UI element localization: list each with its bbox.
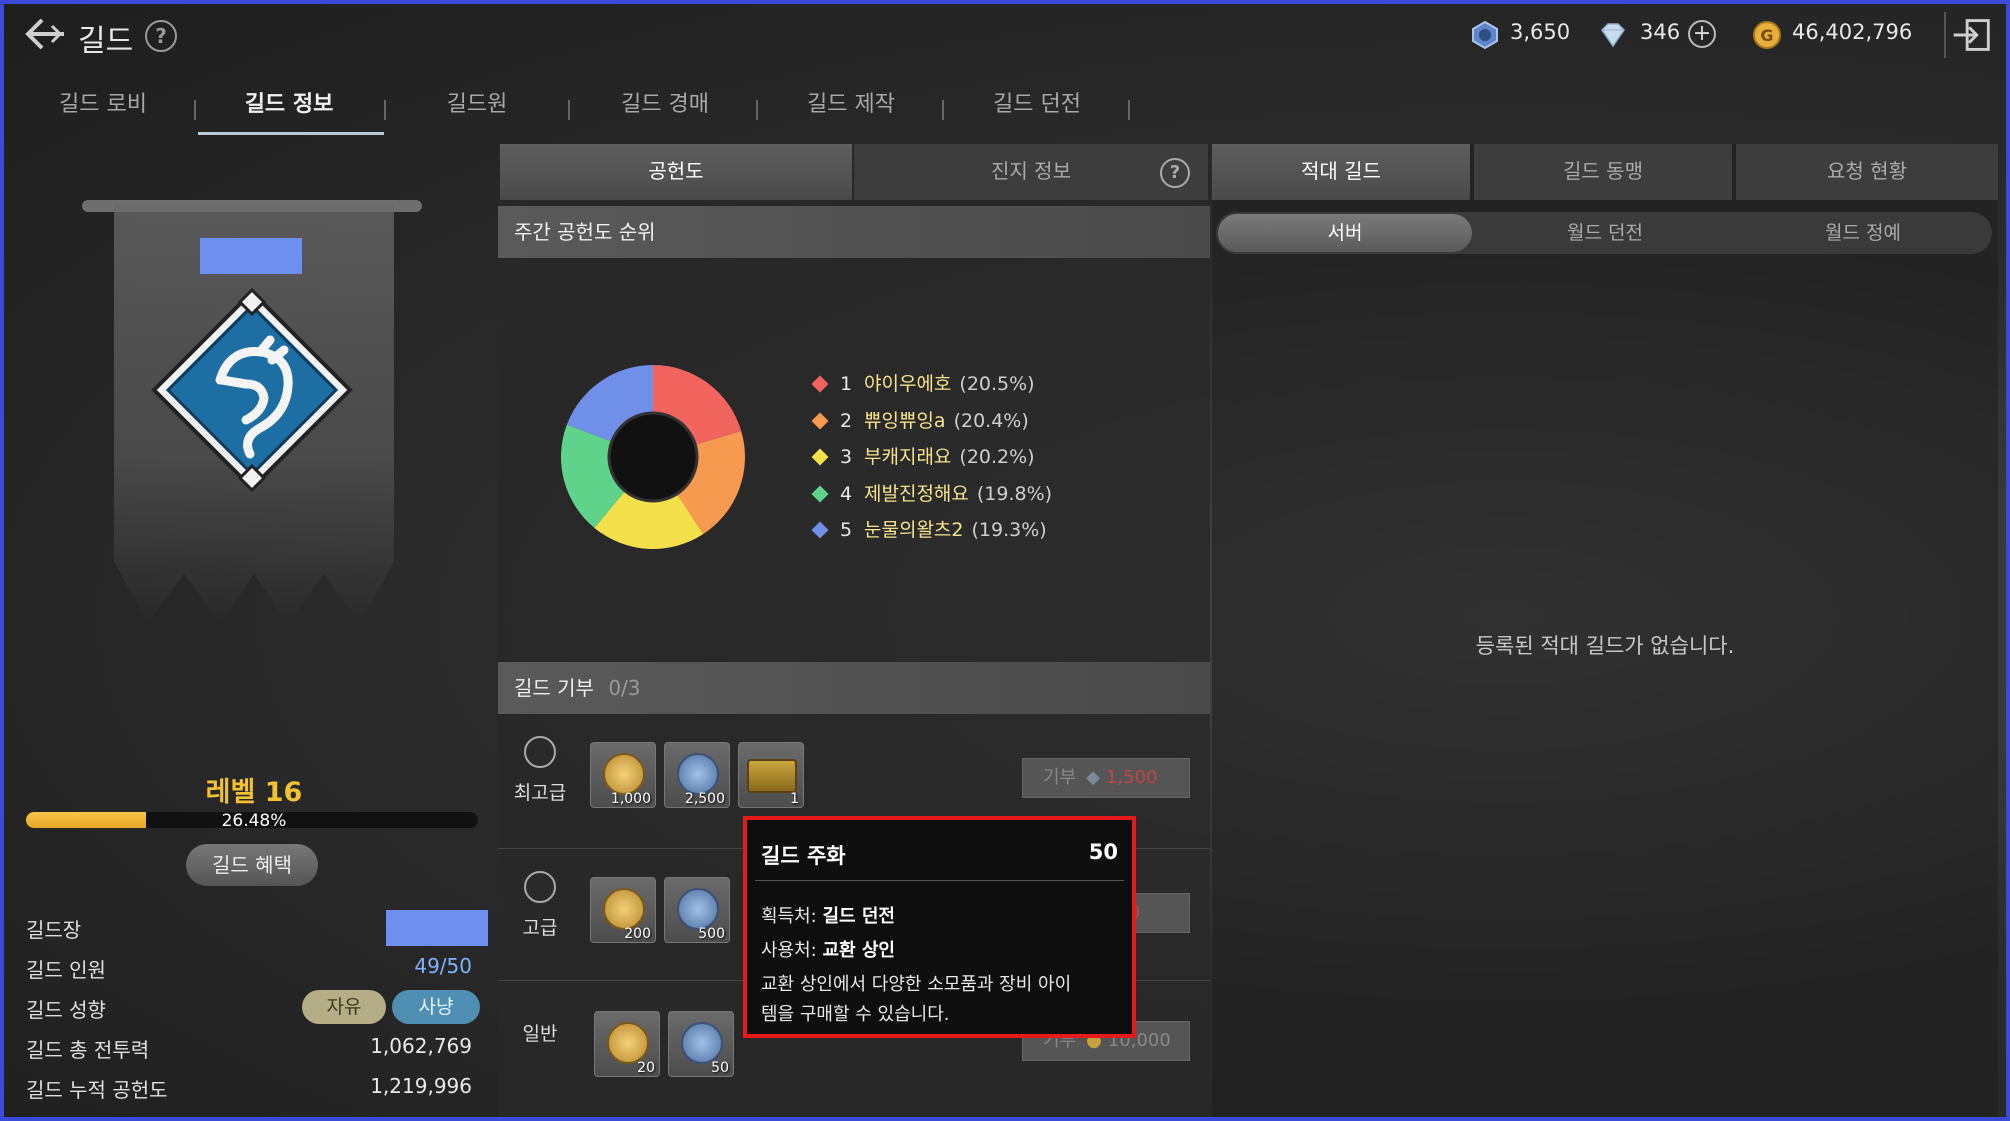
tooltip-title: 길드 주화 xyxy=(761,844,846,868)
guild-benefit-button[interactable]: 길드 혜택 xyxy=(186,844,318,886)
members-value: 49/50 xyxy=(414,954,472,978)
tier-label: 고급 xyxy=(522,917,558,939)
help-icon[interactable]: ? xyxy=(145,20,177,52)
member-name: 제발진정해요 xyxy=(864,483,969,505)
lock-icon xyxy=(524,871,556,903)
tab-guild-members[interactable]: 길드원 xyxy=(382,86,572,136)
lock-icon xyxy=(524,736,556,768)
guild-window: 길드 ? 3,650 346 + G 46,402,796 길드 로비 길드 정… xyxy=(4,4,2006,1117)
legend-marker xyxy=(811,375,829,393)
member-percent: (20.2%) xyxy=(959,446,1035,468)
xp-percent: 26.48% xyxy=(221,811,287,831)
tab-request-status[interactable]: 요청 현황 xyxy=(1736,144,1998,200)
member-name: 눈물의왈츠2 xyxy=(864,519,964,541)
tab-guild-info[interactable]: 길드 정보 xyxy=(194,86,384,136)
contribution-value: 1,219,996 xyxy=(370,1074,472,1098)
weekly-ranking-header: 주간 공헌도 순위 xyxy=(498,206,1210,258)
tab-guild-dungeon[interactable]: 길드 던전 xyxy=(942,86,1132,136)
donut-center xyxy=(607,411,699,503)
member-name: 야이우에호 xyxy=(864,373,952,395)
segment-world-elite[interactable]: 월드 정예 xyxy=(1736,214,1990,252)
blue-gem-amount: 3,650 xyxy=(1510,20,1571,44)
page-title: 길드 xyxy=(78,24,134,59)
segment-world-dungeon[interactable]: 월드 던전 xyxy=(1478,214,1732,252)
add-diamond-button[interactable]: + xyxy=(1688,20,1716,48)
power-label: 길드 총 전투력 xyxy=(26,1038,150,1062)
tab-camp-info[interactable]: 진지 정보 xyxy=(854,144,1208,200)
member-percent: (20.4%) xyxy=(953,410,1029,432)
member-percent: (19.3%) xyxy=(971,519,1047,541)
trait-badge-hunt: 사냥 xyxy=(392,990,480,1024)
empty-state-message: 등록된 적대 길드가 없습니다. xyxy=(1475,634,1735,658)
legend-marker xyxy=(811,448,829,466)
camp-info-help-icon[interactable]: ? xyxy=(1160,158,1190,188)
tab-guild-lobby[interactable]: 길드 로비 xyxy=(8,86,198,136)
contribution-label: 길드 누적 공헌도 xyxy=(26,1078,168,1102)
tab-hostile-guild[interactable]: 적대 길드 xyxy=(1212,144,1470,200)
legend-marker xyxy=(811,485,829,503)
trait-badge-free: 자유 xyxy=(302,990,386,1024)
segment-server[interactable]: 서버 xyxy=(1218,214,1472,252)
blue-gem-icon xyxy=(1472,20,1498,50)
member-name: 부캐지래요 xyxy=(864,446,952,468)
tooltip-description: 교환 상인에서 다양한 소모품과 장비 아이 xyxy=(761,974,1072,995)
crystal-item[interactable]: 500 xyxy=(664,877,730,943)
donation-count: 0/3 xyxy=(608,676,641,700)
ranking-row: 3 부캐지래요 (20.2%) xyxy=(811,443,1035,471)
tooltip-use: 사용처: 교환 상인 xyxy=(761,940,895,961)
tab-guild-alliance[interactable]: 길드 동맹 xyxy=(1474,144,1732,200)
ranking-row: 5 눈물의왈츠2 (19.3%) xyxy=(811,516,1047,544)
power-value: 1,062,769 xyxy=(370,1034,472,1058)
tooltip-count: 50 xyxy=(1088,840,1118,864)
tier-label: 최고급 xyxy=(513,782,567,804)
hostile-guild-panel: 적대 길드 길드 동맹 요청 현황 서버 월드 던전 월드 정예 등록된 적대 … xyxy=(1212,144,1998,1117)
donate-button-premium[interactable]: 기부 ◆ 1,500 xyxy=(1022,758,1190,798)
treasure-chest-item[interactable]: 1 xyxy=(738,742,804,808)
ranking-row: 4 제발진정해요 (19.8%) xyxy=(811,480,1053,508)
guild-coin-item[interactable]: 1,000 xyxy=(590,742,656,808)
guild-level: 레벨 16 xyxy=(205,777,303,808)
member-name: 쀼잉쀼잉a xyxy=(864,410,946,432)
members-label: 길드 인원 xyxy=(26,958,106,982)
tab-guild-craft[interactable]: 길드 제작 xyxy=(756,86,946,136)
svg-text:G: G xyxy=(1760,26,1773,45)
traits-label: 길드 성향 xyxy=(26,998,106,1022)
tooltip-source: 획득처: 길드 던전 xyxy=(761,906,895,927)
tab-guild-auction[interactable]: 길드 경매 xyxy=(570,86,760,136)
leader-label: 길드장 xyxy=(26,918,82,942)
crystal-item[interactable]: 50 xyxy=(668,1011,734,1077)
item-tooltip: 길드 주화 50 획득처: 길드 던전 사용처: 교환 상인 교환 상인에서 다… xyxy=(743,816,1136,1038)
ranking-row: 2 쀼잉쀼잉a (20.4%) xyxy=(811,407,1029,435)
gold-amount: 46,402,796 xyxy=(1792,20,1913,44)
leader-name-redacted xyxy=(386,910,488,946)
diamond-icon xyxy=(1601,23,1625,48)
top-bar: 길드 ? 3,650 346 + G 46,402,796 xyxy=(4,4,2006,66)
tier-label: 일반 xyxy=(522,1023,558,1045)
dragon-emblem-icon xyxy=(151,288,353,493)
main-tab-bar: 길드 로비 길드 정보 길드원 길드 경매 길드 제작 길드 던전 xyxy=(4,86,1164,136)
guild-coin-item[interactable]: 200 xyxy=(590,877,656,943)
active-tab-indicator xyxy=(198,132,384,135)
tooltip-description: 템을 구매할 수 있습니다. xyxy=(761,1004,950,1025)
diamond-amount: 346 xyxy=(1640,20,1681,44)
legend-marker xyxy=(811,521,829,539)
back-arrow-icon[interactable] xyxy=(22,16,68,52)
contribution-donut-chart xyxy=(561,365,745,549)
tab-contribution[interactable]: 공헌도 xyxy=(500,144,852,200)
exit-icon[interactable] xyxy=(1944,12,1996,58)
ranking-row: 1 야이우에호 (20.5%) xyxy=(811,370,1035,398)
crystal-item[interactable]: 2,500 xyxy=(664,742,730,808)
member-percent: (20.5%) xyxy=(959,373,1035,395)
gold-coin-icon: G xyxy=(1753,21,1781,49)
guild-coin-item[interactable]: 20 xyxy=(594,1011,660,1077)
donation-title: 길드 기부 xyxy=(514,676,594,700)
legend-marker xyxy=(811,412,829,430)
donation-header: 길드 기부 0/3 xyxy=(498,662,1210,714)
member-percent: (19.8%) xyxy=(976,483,1053,505)
guild-name-redacted xyxy=(200,238,302,274)
